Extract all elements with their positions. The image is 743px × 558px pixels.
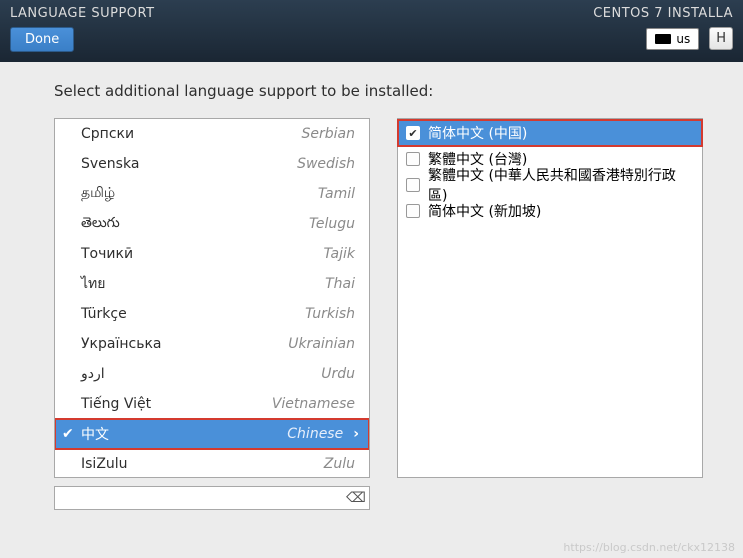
content-area: Select additional language support to be… [0, 62, 743, 510]
panels: СрпскиSerbian›SvenskaSwedish›தமிழ்Tamil›… [54, 118, 703, 510]
keyboard-icon [655, 34, 671, 44]
clear-search-icon[interactable]: ⌫ [348, 490, 364, 506]
language-english-label: Tamil [318, 186, 355, 202]
language-row[interactable]: IsiZuluZulu› [55, 449, 369, 478]
language-english-label: Ukrainian [288, 336, 355, 352]
variant-checkbox[interactable] [406, 152, 420, 166]
language-native-label: Tiếng Việt [81, 396, 272, 412]
language-native-label: Svenska [81, 156, 297, 172]
language-english-label: Chinese [287, 426, 343, 442]
language-native-label: Точикӣ [81, 246, 323, 262]
variant-checkbox[interactable] [406, 204, 420, 218]
variant-label: 简体中文 (新加坡) [428, 201, 541, 221]
language-english-label: Urdu [321, 366, 355, 382]
variant-row[interactable]: 繁體中文 (中華人民共和國香港特別行政區) [398, 172, 702, 198]
language-row[interactable]: ТочикӣTajik› [55, 239, 369, 269]
language-row[interactable]: తెలుగుTelugu› [55, 209, 369, 239]
language-list[interactable]: СрпскиSerbian›SvenskaSwedish›தமிழ்Tamil›… [54, 118, 370, 478]
language-native-label: Türkçe [81, 306, 305, 322]
variant-checkbox[interactable]: ✔ [406, 126, 420, 140]
language-english-label: Serbian [302, 126, 355, 142]
language-native-label: తెలుగు [81, 215, 309, 234]
page-title: LANGUAGE SUPPORT [10, 6, 155, 21]
language-native-label: தமிழ் [81, 185, 318, 203]
variant-checkbox[interactable] [406, 178, 420, 192]
language-row[interactable]: தமிழ்Tamil› [55, 179, 369, 209]
search-wrap: ⌫ [54, 486, 370, 510]
chevron-right-icon: › [353, 426, 359, 442]
top-bar: LANGUAGE SUPPORT Done CENTOS 7 INSTALLA … [0, 0, 743, 62]
keyboard-layout-indicator[interactable]: us [646, 28, 699, 50]
language-row[interactable]: TürkçeTurkish› [55, 299, 369, 329]
instruction-text: Select additional language support to be… [54, 82, 703, 100]
language-english-label: Turkish [305, 306, 355, 322]
language-row[interactable]: УкраїнськаUkrainian› [55, 329, 369, 359]
language-row[interactable]: ✔ 中文Chinese › [55, 419, 369, 449]
check-icon: ✔ [62, 426, 74, 442]
language-english-label: Swedish [297, 156, 355, 172]
language-native-label: IsiZulu [81, 456, 324, 472]
keyboard-layout-code: us [676, 32, 690, 46]
variant-list[interactable]: ✔简体中文 (中国)繁體中文 (台灣)繁體中文 (中華人民共和國香港特別行政區)… [397, 118, 703, 478]
language-row[interactable]: ไทยThai› [55, 269, 369, 299]
language-native-label: ไทย [81, 273, 325, 295]
variant-row[interactable]: ✔ 简体中文 (中国) [398, 120, 702, 146]
top-right: CENTOS 7 INSTALLA us H [593, 6, 733, 62]
language-row[interactable]: اردوUrdu› [55, 359, 369, 389]
watermark: https://blog.csdn.net/ckx12138 [563, 541, 735, 554]
language-english-label: Tajik [323, 246, 355, 262]
language-row[interactable]: Tiếng ViệtVietnamese› [55, 389, 369, 419]
language-english-label: Thai [325, 276, 355, 292]
language-native-label: Српски [81, 126, 302, 142]
help-button[interactable]: H [709, 27, 733, 50]
language-row[interactable]: СрпскиSerbian› [55, 119, 369, 149]
language-english-label: Zulu [324, 456, 355, 472]
language-column: СрпскиSerbian›SvenskaSwedish›தமிழ்Tamil›… [54, 118, 370, 510]
language-native-label: 中文 [81, 424, 287, 444]
variant-label: 繁體中文 (中華人民共和國香港特別行政區) [428, 165, 694, 205]
language-english-label: Vietnamese [272, 396, 355, 412]
language-native-label: Українська [81, 336, 288, 352]
language-row[interactable]: SvenskaSwedish› [55, 149, 369, 179]
search-input[interactable] [54, 486, 370, 510]
language-native-label: اردو [81, 366, 321, 382]
done-button[interactable]: Done [10, 27, 74, 52]
installer-label: CENTOS 7 INSTALLA [593, 6, 733, 21]
top-left: LANGUAGE SUPPORT Done [10, 6, 155, 62]
language-english-label: Telugu [309, 216, 355, 232]
variant-label: 简体中文 (中国) [428, 123, 527, 143]
